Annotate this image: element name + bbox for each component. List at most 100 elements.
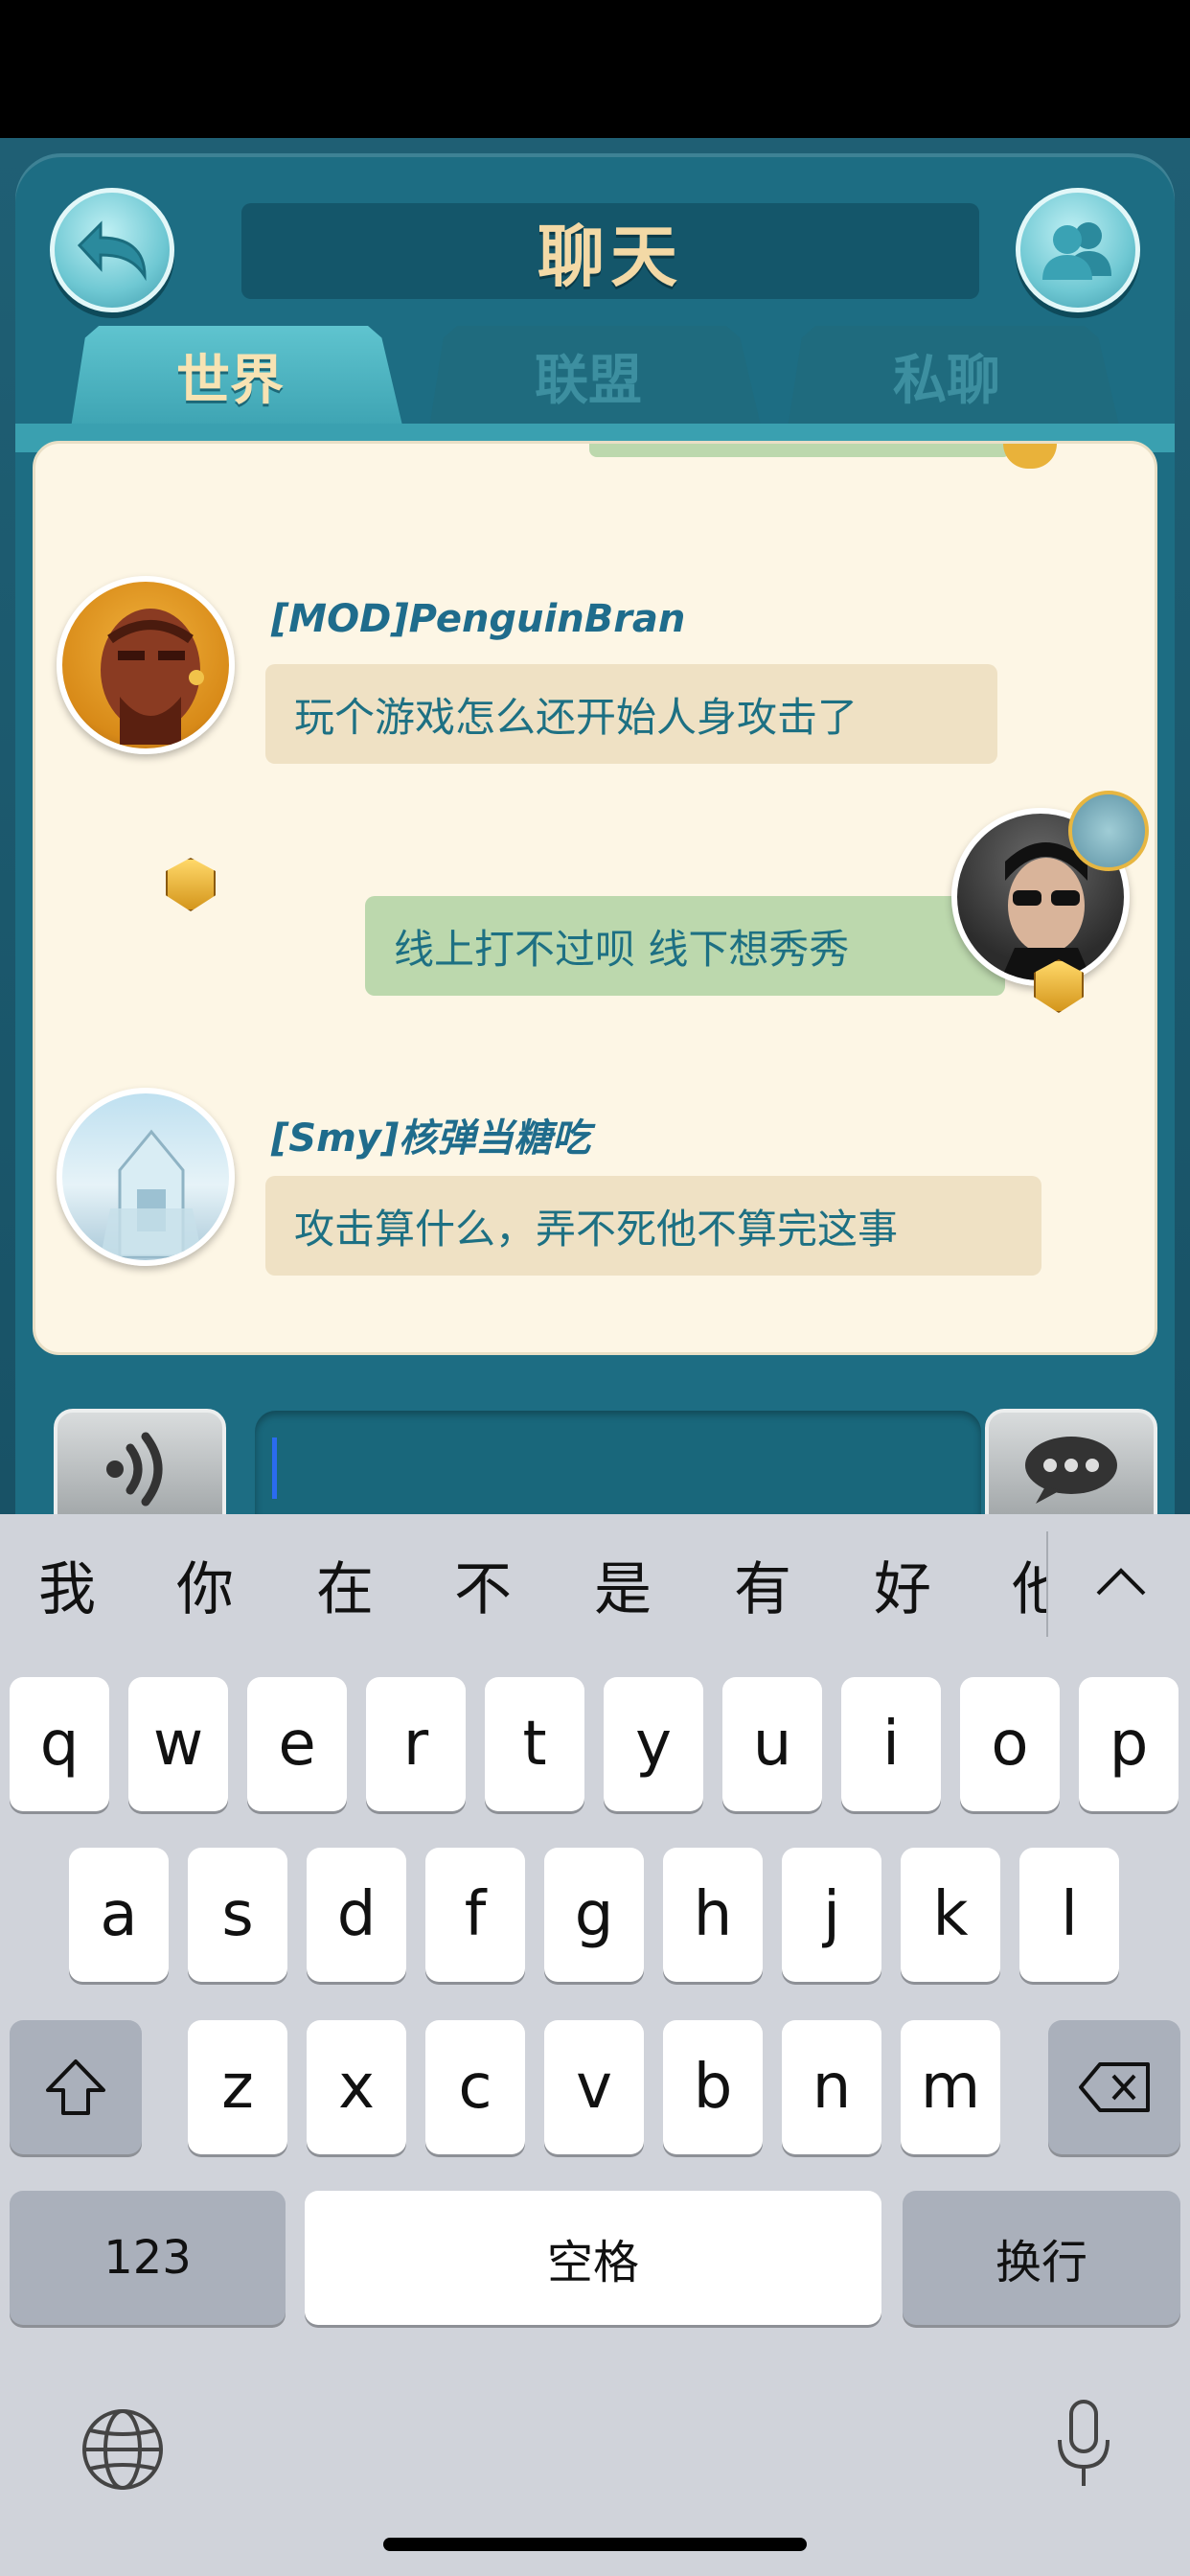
candidate-word[interactable]: 你 [176,1543,234,1626]
tab-alliance[interactable]: 联盟 [429,326,761,426]
voice-input-button[interactable] [54,1409,226,1530]
shift-key[interactable] [10,2020,142,2154]
key-e[interactable]: e [247,1677,347,1811]
key-label: j [823,1879,840,1950]
chat-panel: 聊天 世界 联盟 私聊 [MOD]PenguinBran 玩个游戏怎么还开始人身… [15,153,1175,1530]
key-label: v [576,2052,612,2123]
key-label: w [152,1709,204,1780]
key-label: z [221,2052,254,2123]
key-h[interactable]: h [663,1848,763,1982]
key-label: k [932,1879,969,1950]
key-n[interactable]: n [782,2020,881,2154]
friends-button[interactable] [1016,188,1140,312]
key-label: s [221,1879,254,1950]
globe-icon [82,2409,163,2490]
return-key[interactable]: 换行 [903,2191,1180,2325]
candidate-word[interactable]: 不 [454,1543,512,1626]
key-c[interactable]: c [425,2020,525,2154]
sender-name[interactable]: [Smy]核弹当糖吃 [271,1107,590,1162]
previous-message-bubble [589,444,1011,457]
key-p[interactable]: p [1079,1677,1179,1811]
tab-alliance-label: 联盟 [535,349,642,412]
key-b[interactable]: b [663,2020,763,2154]
key-label: a [100,1879,138,1950]
key-label: 换行 [995,2236,1087,2289]
key-f[interactable]: f [425,1848,525,1982]
candidate-word[interactable]: 他 [1012,1543,1046,1626]
key-label: 空格 [546,2236,639,2289]
key-w[interactable]: w [128,1677,228,1811]
back-arrow-icon [77,220,147,282]
key-label: m [920,2052,981,2123]
chevron-up-icon [1096,1568,1146,1596]
key-d[interactable]: d [307,1848,406,1982]
key-label: q [39,1709,80,1780]
key-label: r [402,1709,429,1780]
page-title-bar: 聊天 [241,203,979,299]
key-t[interactable]: t [485,1677,584,1811]
key-k[interactable]: k [901,1848,1000,1982]
key-s[interactable]: s [188,1848,287,1982]
candidate-word[interactable]: 有 [734,1543,791,1626]
candidate-divider [1046,1531,1048,1637]
key-u[interactable]: u [722,1677,822,1811]
shift-arrow-icon [46,2059,105,2115]
globe-button[interactable] [79,2405,167,2494]
message-bubble[interactable]: 攻击算什么，弄不死他不算完这事 [265,1176,1041,1276]
key-o[interactable]: o [960,1677,1060,1811]
key-g[interactable]: g [544,1848,644,1982]
key-label: d [336,1879,377,1950]
message-text: 玩个游戏怎么还开始人身攻击了 [294,693,858,741]
space-key[interactable]: 空格 [305,2191,881,2325]
key-a[interactable]: a [69,1848,169,1982]
tab-private-chat[interactable]: 私聊 [788,326,1119,426]
key-v[interactable]: v [544,2020,644,2154]
voice-wave-icon [106,1432,163,1506]
key-y[interactable]: y [604,1677,703,1811]
numbers-key[interactable]: 123 [10,2191,286,2325]
key-label: 123 [103,2231,192,2285]
friends-icon [1042,222,1111,280]
bearded-man-avatar-icon[interactable] [57,576,235,754]
candidate-word[interactable]: 是 [594,1543,652,1626]
message-text: 攻击算什么，弄不死他不算完这事 [294,1205,899,1253]
key-label: u [752,1709,792,1780]
message-text: 线上打不过呗 线下想秀秀 [394,925,850,973]
previous-badge-icon [1003,444,1057,469]
key-label: e [278,1709,316,1780]
message-bubble[interactable]: 玩个游戏怎么还开始人身攻击了 [265,664,997,764]
ice-temple-avatar-icon[interactable] [57,1088,235,1266]
candidate-word[interactable]: 好 [874,1543,931,1626]
key-label: y [635,1709,672,1780]
sender-name[interactable]: [MOD]PenguinBran [271,597,685,641]
key-l[interactable]: l [1019,1848,1119,1982]
expand-candidates-button[interactable] [1083,1543,1159,1620]
key-x[interactable]: x [307,2020,406,2154]
speech-bubble-icon [1025,1437,1117,1504]
gold-crest-badge-icon [166,858,216,911]
page-title: 聊天 [538,217,683,296]
key-label: l [1061,1879,1078,1950]
own-message-bubble[interactable]: 线上打不过呗 线下想秀秀 [365,896,1005,996]
key-q[interactable]: q [10,1677,109,1811]
tab-world[interactable]: 世界 [71,326,402,426]
candidate-word[interactable]: 在 [316,1543,374,1626]
key-r[interactable]: r [366,1677,466,1811]
key-z[interactable]: z [188,2020,287,2154]
back-button[interactable] [50,188,174,312]
dictation-button[interactable] [1050,2396,1117,2492]
key-label: h [693,1879,733,1950]
key-j[interactable]: j [782,1848,881,1982]
key-label: t [522,1709,547,1780]
message-input[interactable] [255,1411,981,1530]
delete-key[interactable] [1048,2020,1180,2154]
send-button[interactable] [985,1409,1157,1530]
key-i[interactable]: i [841,1677,941,1811]
key-m[interactable]: m [901,2020,1000,2154]
candidate-word[interactable]: 我 [38,1543,96,1626]
key-label: b [693,2052,733,2123]
key-label: i [882,1709,900,1780]
candidate-bar: 我 你 在 不 是 有 好 他 [0,1514,1190,1658]
message-list[interactable]: [MOD]PenguinBran 玩个游戏怎么还开始人身攻击了 线上打不过呗 线… [33,441,1157,1355]
home-indicator[interactable] [383,2538,807,2551]
